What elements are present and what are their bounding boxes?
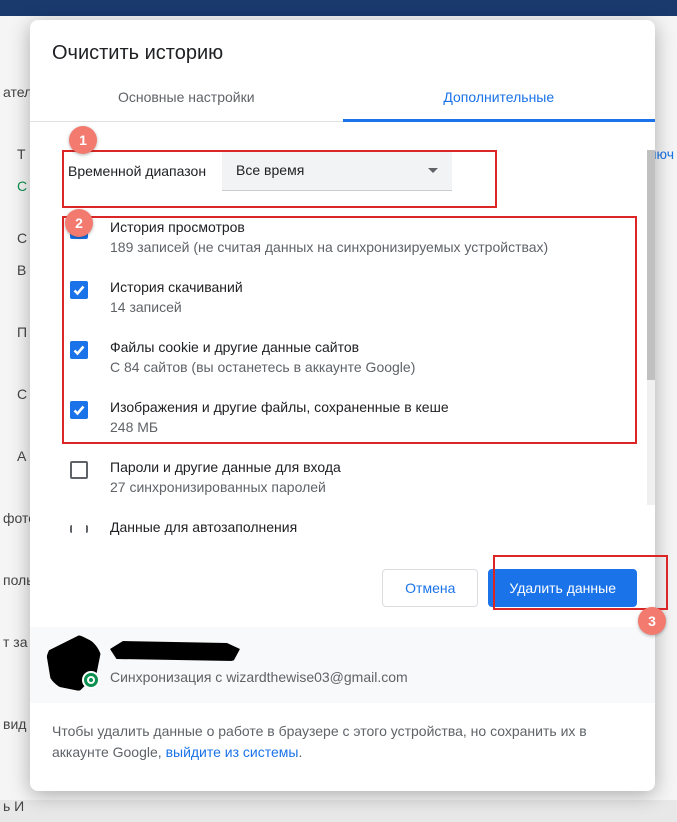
scrollbar-thumb[interactable] (647, 150, 655, 380)
tabs: Основные настройки Дополнительные (30, 75, 655, 122)
item-title: Пароли и другие данные для входа (110, 459, 633, 475)
name-redaction (110, 641, 240, 661)
time-range-dropdown[interactable]: Все время (222, 150, 452, 191)
annotation-badge-1: 1 (69, 126, 97, 154)
avatar-wrap (52, 643, 96, 687)
checkbox-cached-images[interactable] (70, 401, 88, 419)
cancel-button[interactable]: Отмена (382, 569, 478, 607)
tab-advanced[interactable]: Дополнительные (343, 75, 656, 122)
time-range-row: Временной диапазон Все время (52, 134, 633, 207)
chevron-down-icon (428, 168, 438, 173)
item-title: История скачиваний (110, 279, 633, 295)
item-title: Изображения и другие файлы, сохраненные … (110, 399, 633, 415)
bg-text: ь И (0, 790, 677, 822)
item-sub: 189 записей (не считая данных на синхрон… (110, 239, 633, 255)
item-title: Данные для автозаполнения (110, 519, 633, 535)
item-sub: С 84 сайтов (вы останетесь в аккаунте Go… (110, 359, 633, 375)
dialog-buttons: Отмена Удалить данные (30, 549, 655, 627)
footer-note: Чтобы удалить данные о работе в браузере… (30, 703, 655, 791)
item-sub: 14 записей (110, 299, 633, 315)
item-cookies: Файлы cookie и другие данные сайтов С 84… (52, 327, 633, 387)
time-range-value: Все время (236, 162, 304, 178)
item-autofill: Данные для автозаполнения (52, 507, 633, 539)
item-browsing-history: История просмотров 189 записей (не счита… (52, 207, 633, 267)
item-sub: 248 МБ (110, 419, 633, 435)
browser-top-band (0, 0, 677, 16)
checkbox-passwords[interactable] (70, 461, 88, 479)
dialog-title: Очистить историю (30, 20, 655, 75)
dialog-content: Временной диапазон Все время История про… (30, 122, 655, 549)
footer-text-before: Чтобы удалить данные о работе в браузере… (52, 723, 587, 760)
item-cached-images: Изображения и другие файлы, сохраненные … (52, 387, 633, 447)
time-range-label: Временной диапазон (68, 163, 206, 179)
item-title: История просмотров (110, 219, 633, 235)
annotation-badge-3: 3 (638, 607, 666, 635)
sync-badge-icon (82, 671, 100, 689)
sign-out-link[interactable]: выйдите из системы (166, 744, 299, 760)
item-sub: 27 синхронизированных паролей (110, 479, 633, 495)
account-section: Синхронизация с wizardthewise03@gmail.co… (30, 627, 655, 703)
item-download-history: История скачиваний 14 записей (52, 267, 633, 327)
checkbox-download-history[interactable] (70, 281, 88, 299)
checkbox-autofill[interactable] (70, 525, 88, 533)
item-passwords: Пароли и другие данные для входа 27 синх… (52, 447, 633, 507)
footer-text-after: . (298, 744, 302, 760)
delete-data-button[interactable]: Удалить данные (488, 569, 637, 607)
account-sync-text: Синхронизация с wizardthewise03@gmail.co… (110, 669, 633, 685)
tab-basic[interactable]: Основные настройки (30, 75, 343, 121)
account-name-redacted (110, 645, 633, 663)
checkbox-cookies[interactable] (70, 341, 88, 359)
item-title: Файлы cookie и другие данные сайтов (110, 339, 633, 355)
annotation-badge-2: 2 (65, 209, 93, 237)
clear-history-dialog: Очистить историю Основные настройки Допо… (30, 20, 655, 791)
